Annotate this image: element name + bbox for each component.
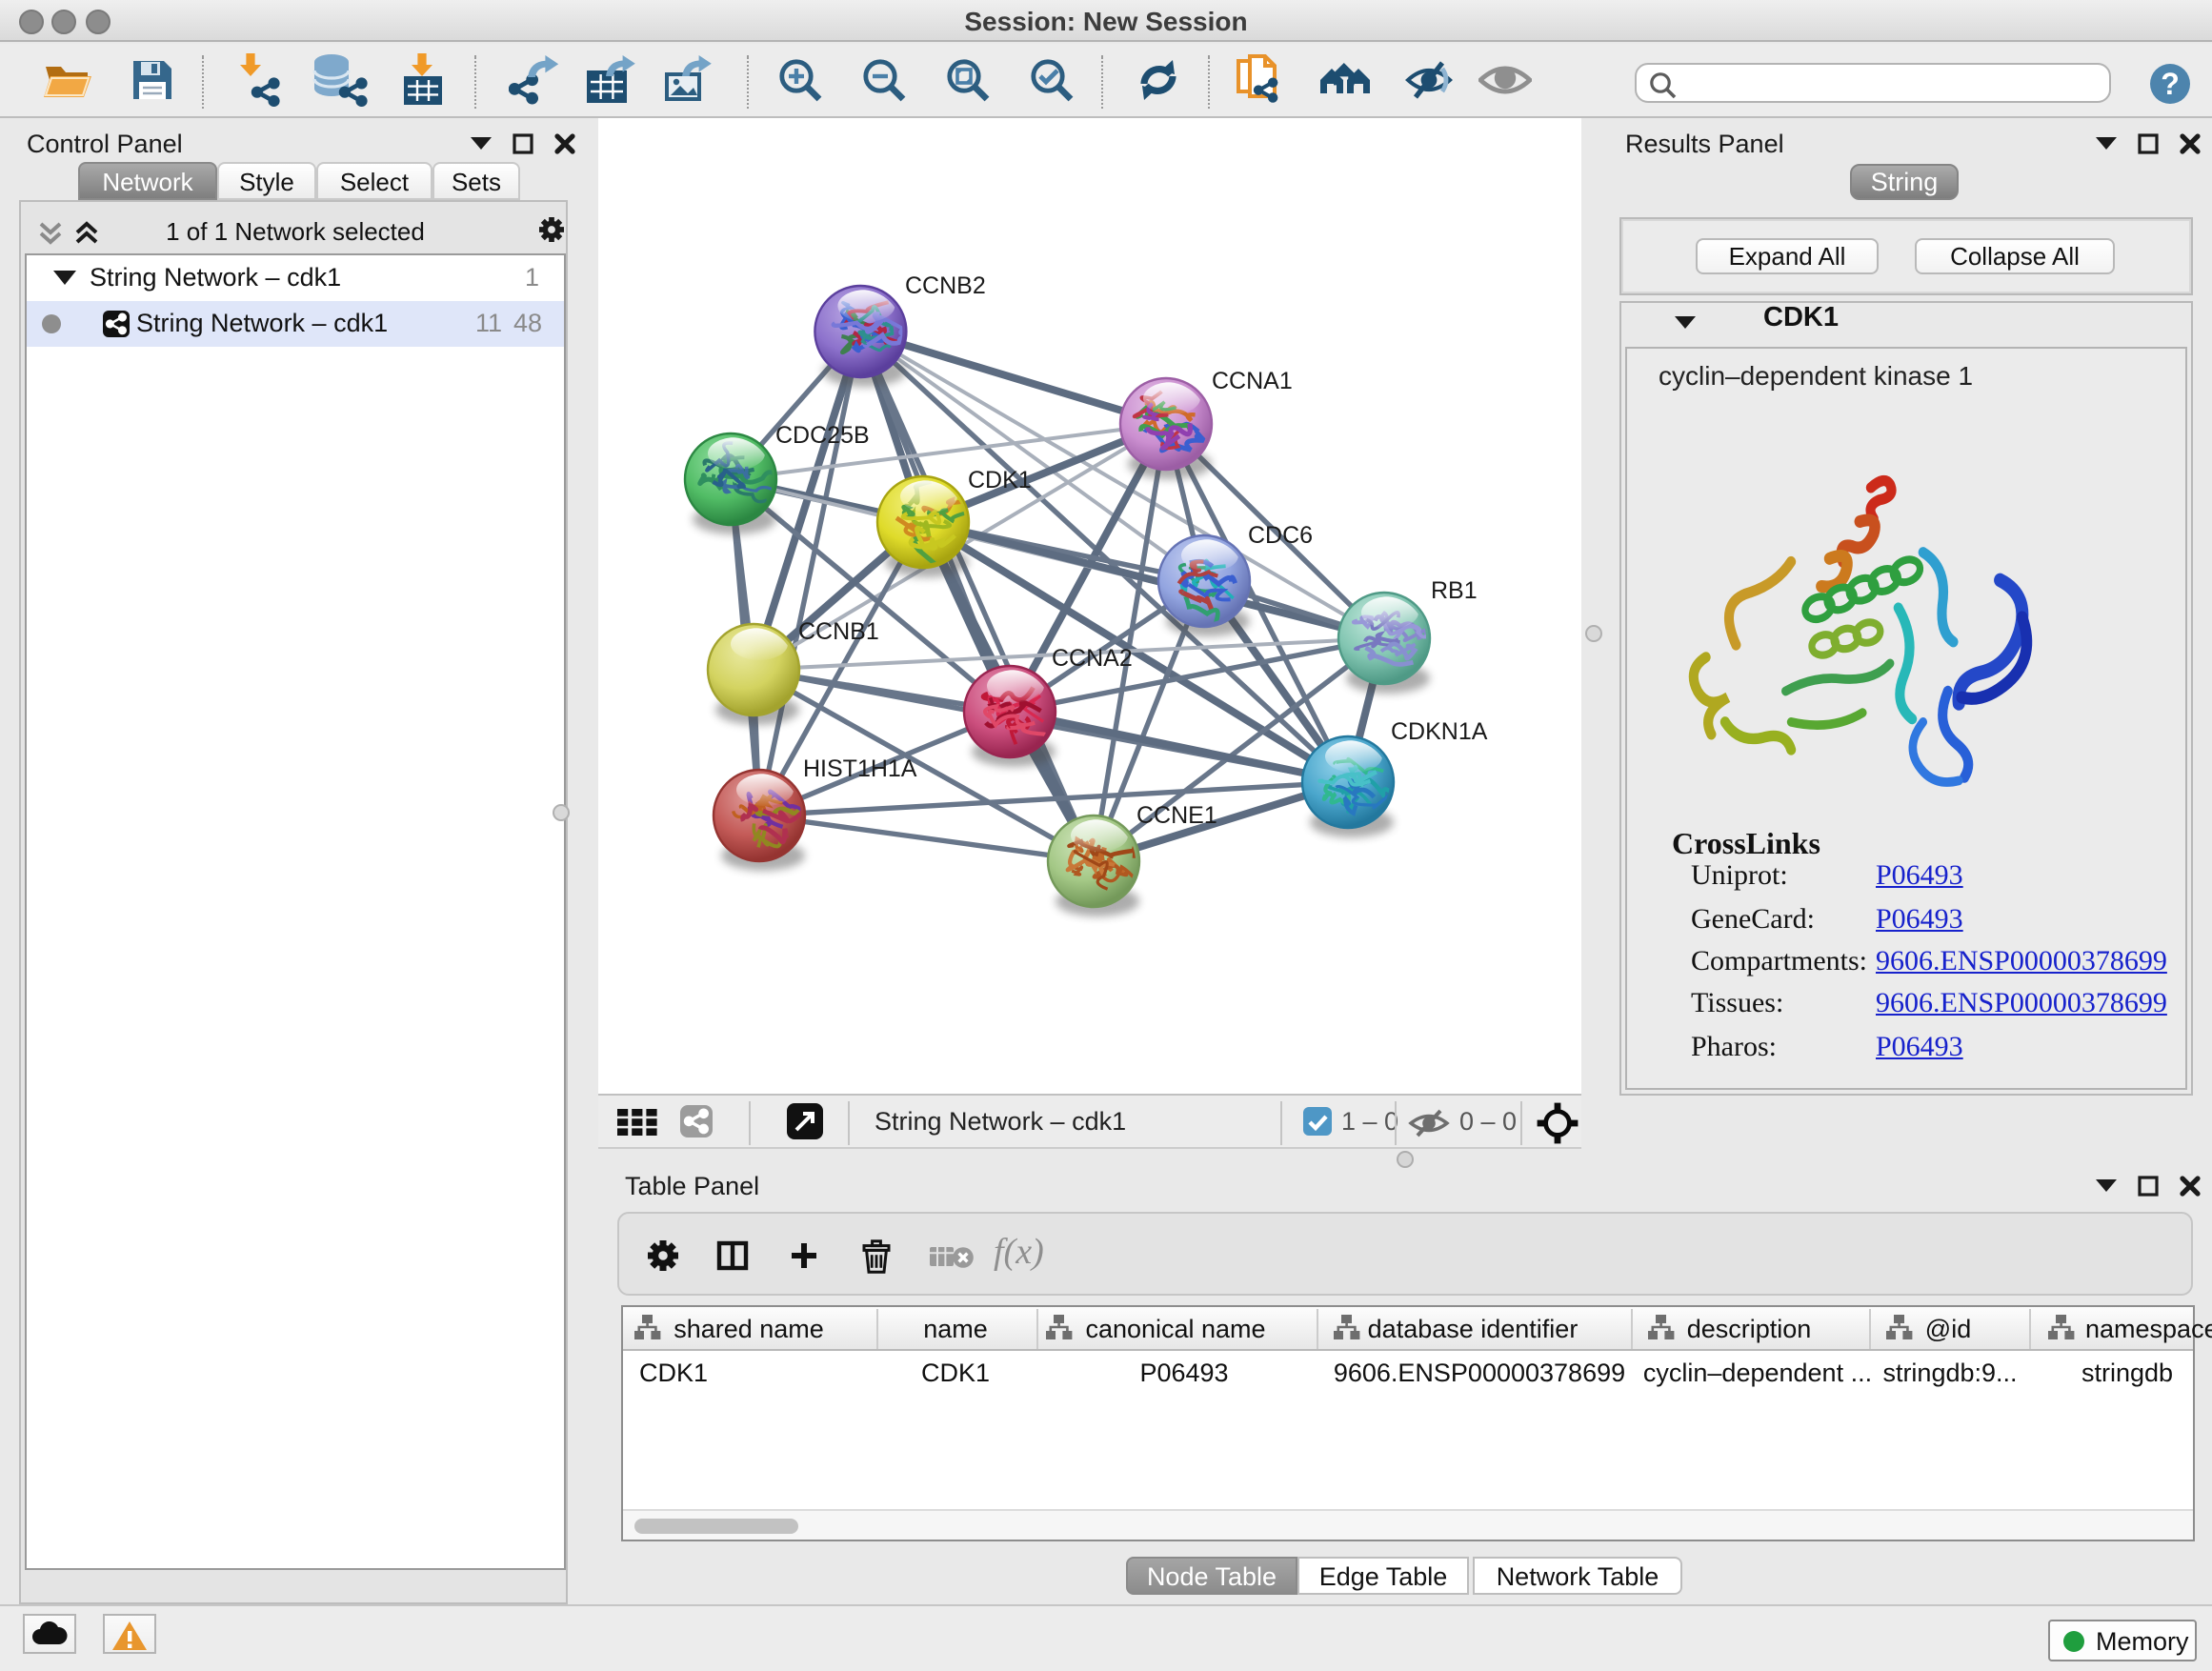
svg-text:CCNA1: CCNA1 (1212, 368, 1293, 394)
svg-text:CDK1: CDK1 (968, 467, 1032, 493)
svg-text:CDC25B: CDC25B (775, 422, 870, 449)
svg-text:?: ? (2161, 67, 2180, 101)
svg-text:CDC6: CDC6 (1248, 522, 1313, 549)
svg-text:CDKN1A: CDKN1A (1391, 718, 1488, 745)
svg-text:CCNB1: CCNB1 (798, 618, 879, 645)
svg-text:CCNB2: CCNB2 (905, 272, 986, 299)
svg-text:HIST1H1A: HIST1H1A (803, 755, 917, 782)
svg-text:CCNE1: CCNE1 (1136, 802, 1217, 829)
svg-text:RB1: RB1 (1431, 577, 1478, 604)
svg-text:CCNA2: CCNA2 (1052, 645, 1133, 672)
